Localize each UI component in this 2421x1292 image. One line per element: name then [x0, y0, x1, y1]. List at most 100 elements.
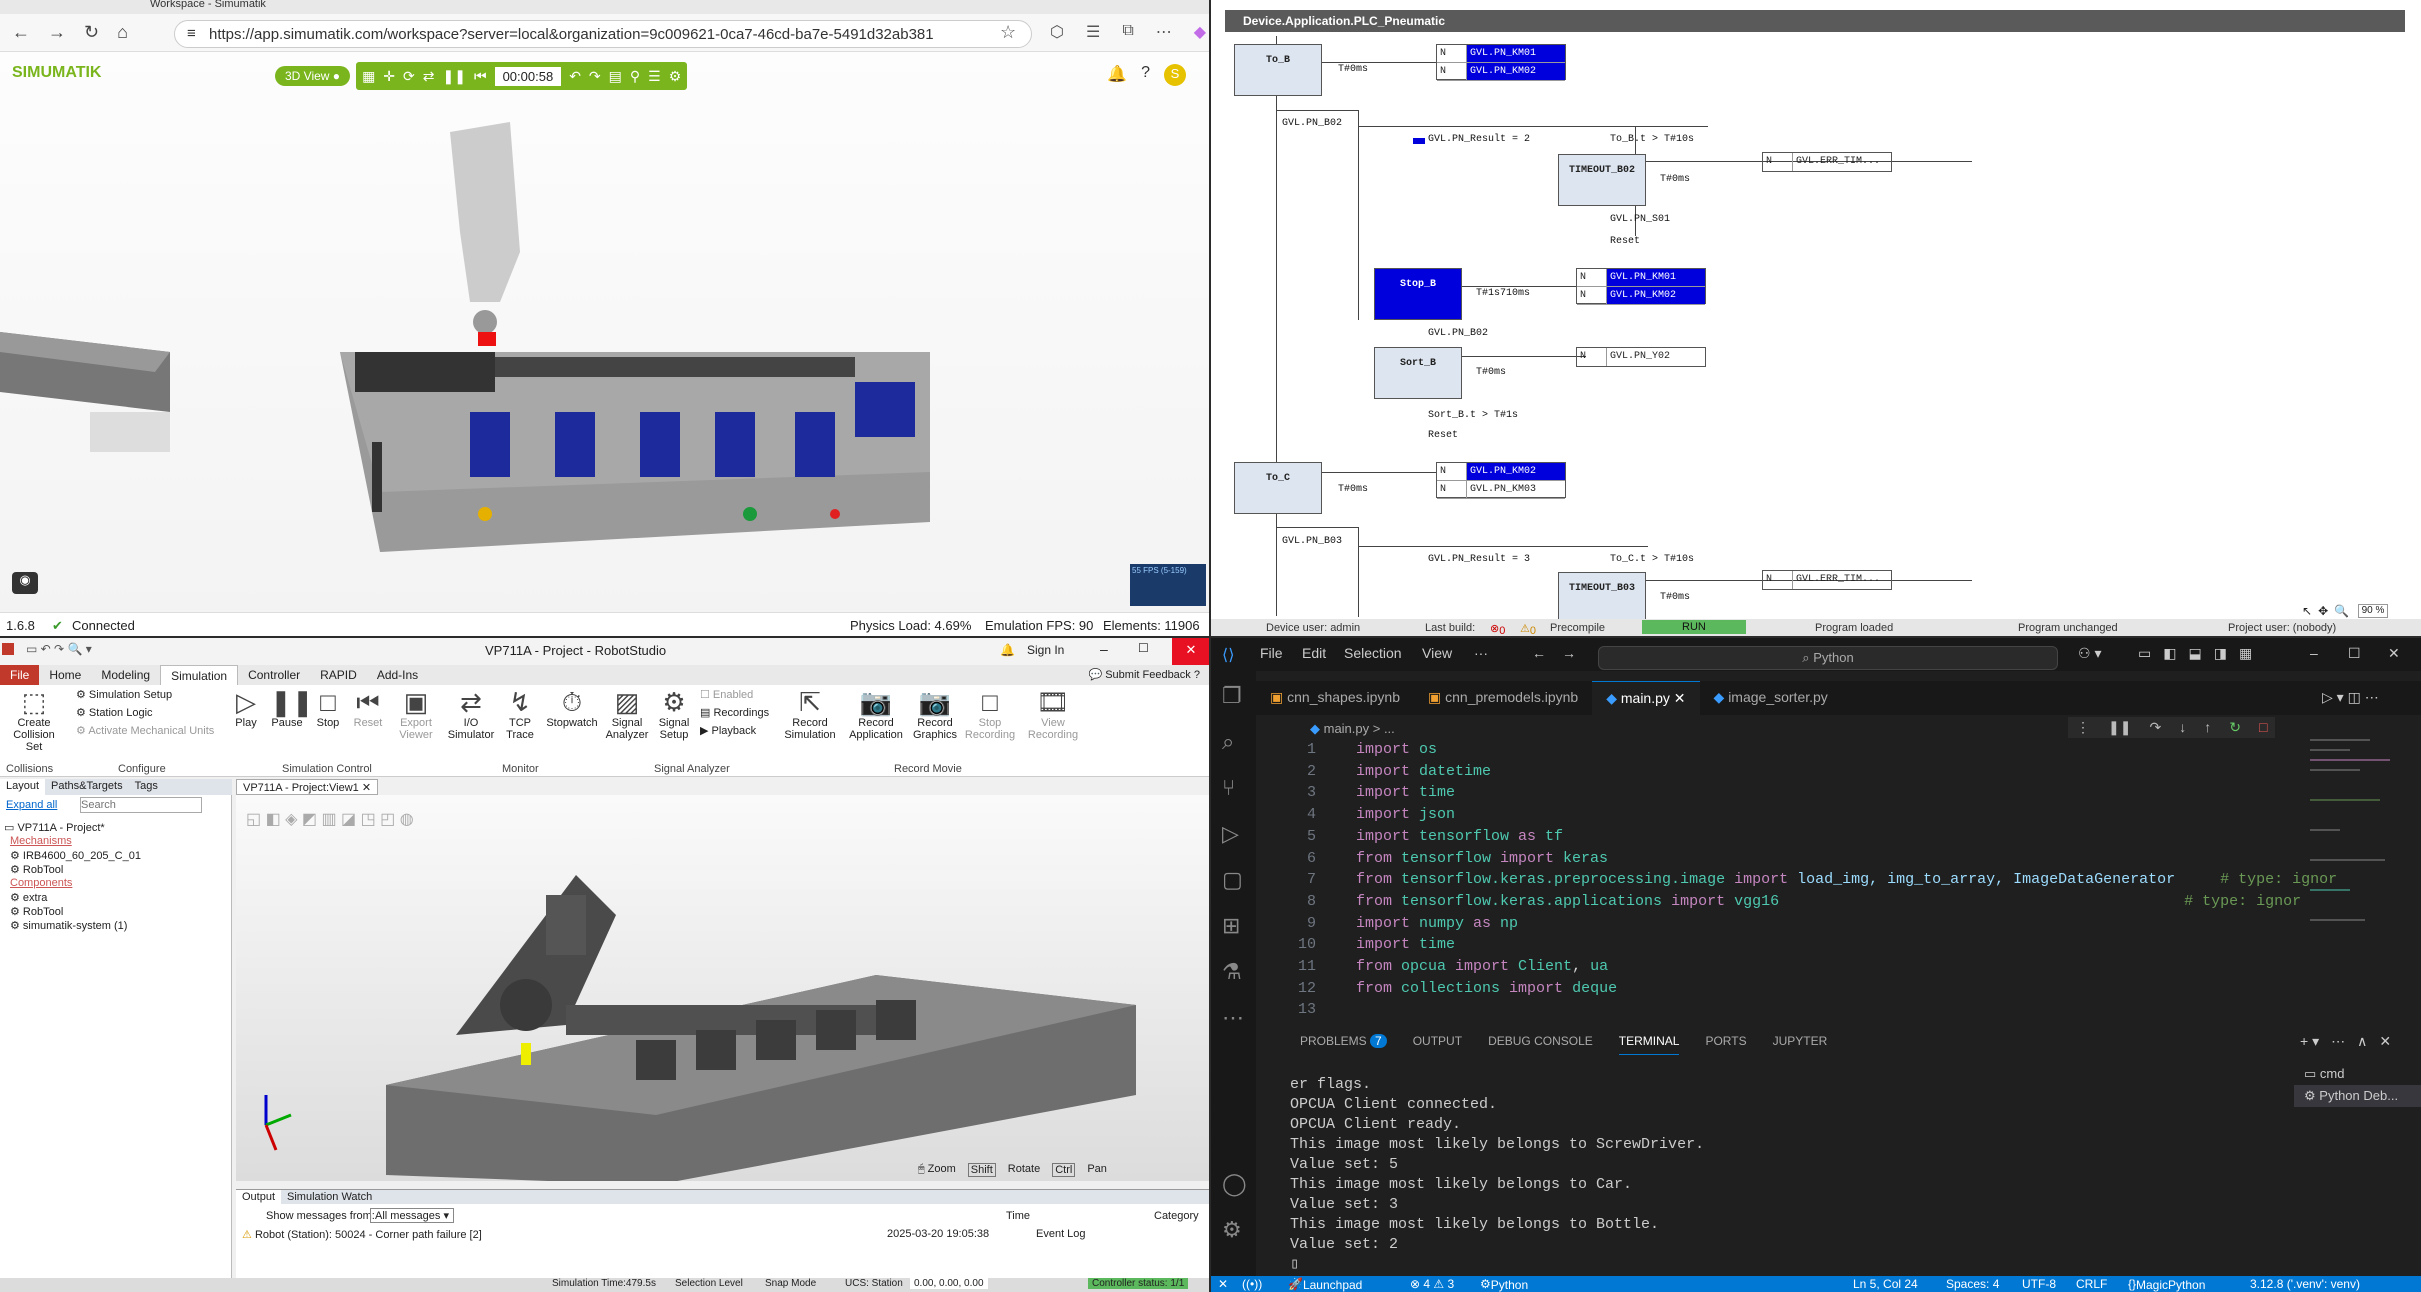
- action-block[interactable]: N GVL.PN_KM01 N GVL.PN_KM02: [1576, 268, 1706, 305]
- tab-cnn-shapes[interactable]: ▣ cnn_shapes.ipynb: [1256, 681, 1414, 715]
- signal-analyzer-button[interactable]: ▨ Signal Analyzer: [604, 687, 650, 741]
- stop-recording-button[interactable]: □ Stop Recording: [964, 687, 1016, 741]
- address-bar[interactable]: ≡ https://app.simumatik.com/workspace?ser…: [174, 20, 1032, 48]
- panel-more-icon[interactable]: ⋯: [2331, 1033, 2345, 1050]
- launchpad[interactable]: 🚀 Launchpad: [1288, 1277, 1362, 1292]
- tab-paths-targets[interactable]: Paths&Targets: [45, 779, 129, 795]
- line-ending[interactable]: CRLF: [2076, 1277, 2107, 1291]
- tree-simumatik-system[interactable]: ⚙ simumatik-system (1): [10, 919, 127, 932]
- browser-tab[interactable]: Workspace - Simumatik: [150, 0, 266, 10]
- panel-icon[interactable]: ⬓: [2188, 645, 2201, 662]
- nav-back-icon[interactable]: ←: [1532, 645, 1546, 661]
- menu-edit[interactable]: Edit: [1302, 645, 1326, 661]
- code-line[interactable]: 7 from tensorflow.keras.preprocessing.ima…: [1256, 869, 2356, 891]
- tab-image-sorter[interactable]: ◆ image_sorter.py: [1700, 681, 1842, 715]
- zoom-level[interactable]: 90 %: [2358, 604, 2388, 618]
- nav-forward-icon[interactable]: →: [1562, 645, 1576, 661]
- tab-problems[interactable]: PROBLEMS 7: [1300, 1029, 1387, 1055]
- tab-controller[interactable]: Controller: [238, 665, 310, 685]
- tab-terminal[interactable]: TERMINAL: [1618, 1029, 1680, 1055]
- station-logic-button[interactable]: ⚙ Station Logic: [76, 707, 153, 719]
- step-out-icon[interactable]: ↑: [2204, 719, 2211, 736]
- code-line[interactable]: 2 import datetime: [1256, 761, 2356, 783]
- customize-layout-icon[interactable]: ▦: [2239, 645, 2252, 662]
- run-debug-icon[interactable]: ▷: [1222, 821, 1239, 847]
- new-terminal-icon[interactable]: + ▾: [2300, 1033, 2319, 1050]
- search-icon[interactable]: ⌕: [1222, 729, 1234, 755]
- pointer-icon[interactable]: ↖: [2302, 604, 2312, 618]
- breadcrumb[interactable]: ◆ main.py > ...: [1310, 721, 1395, 737]
- step-stop-b-active[interactable]: Stop_B: [1374, 268, 1462, 320]
- tree-project[interactable]: ▭ VP711A - Project*: [4, 821, 105, 834]
- favorite-star-icon[interactable]: ☆: [1000, 22, 1016, 43]
- home-icon[interactable]: ⌂: [117, 22, 128, 43]
- account-icon[interactable]: ◯: [1222, 1171, 1247, 1197]
- close-icon[interactable]: ✕: [2388, 645, 2400, 662]
- code-line[interactable]: 13: [1256, 999, 2356, 1021]
- pan-icon[interactable]: ✥: [2318, 604, 2328, 618]
- play-button[interactable]: ▷ Play: [230, 687, 262, 729]
- io-simulator-button[interactable]: ⇄ I/O Simulator: [446, 687, 496, 741]
- encoding[interactable]: UTF-8: [2022, 1277, 2056, 1291]
- stopwatch-button[interactable]: ⏱ Stopwatch: [544, 687, 600, 729]
- stop-button[interactable]: □ Stop: [312, 687, 344, 729]
- problems-status[interactable]: ⊗ 4 ⚠ 3: [1410, 1277, 1454, 1291]
- code-line[interactable]: 4 import json: [1256, 804, 2356, 826]
- zoom-icon[interactable]: 🔍: [2334, 604, 2349, 618]
- menu-selection[interactable]: Selection: [1344, 645, 1402, 661]
- testing-icon[interactable]: ⚗: [1222, 959, 1242, 985]
- minimize-icon[interactable]: –: [2310, 645, 2318, 661]
- tab-simulation-watch[interactable]: Simulation Watch: [281, 1190, 378, 1204]
- run-file-icon[interactable]: ▷ ▾ ◫ ⋯: [2322, 689, 2379, 706]
- forward-icon[interactable]: →: [48, 22, 66, 43]
- tab-simulation[interactable]: Simulation: [160, 665, 239, 685]
- close-panel-icon[interactable]: ✕: [2379, 1033, 2391, 1050]
- reset-button[interactable]: ⏮ Reset: [352, 687, 384, 729]
- view-recording-button[interactable]: 🎞 View Recording: [1024, 687, 1082, 741]
- maximize-panel-icon[interactable]: ∧: [2357, 1033, 2367, 1050]
- action-block[interactable]: N GVL.PN_KM02 N GVL.PN_KM03: [1436, 462, 1566, 499]
- sign-in-link[interactable]: Sign In: [1027, 643, 1064, 657]
- tree-robtool[interactable]: ⚙ RobTool: [10, 863, 63, 876]
- minimap[interactable]: [2310, 739, 2400, 959]
- step-to-c[interactable]: To_C: [1234, 462, 1322, 514]
- step-into-icon[interactable]: ↓: [2179, 719, 2186, 736]
- rs-3d-viewport[interactable]: ◱ ◧ ◈ ◩ ▥ ◪ ◳ ◰ ◍ 🖱 Zoom Shift Rotate Ct…: [236, 795, 1210, 1181]
- tab-modeling[interactable]: Modeling: [91, 665, 160, 685]
- extensions-icon[interactable]: ⬡: [1050, 22, 1064, 42]
- copilot-icon[interactable]: ⚇ ▾: [2078, 645, 2101, 662]
- explorer-icon[interactable]: ❐: [1222, 683, 1242, 709]
- favorites-icon[interactable]: ☰: [1086, 22, 1100, 42]
- more-icon[interactable]: ⋯: [1156, 22, 1172, 42]
- debug-stop-icon[interactable]: □: [2259, 719, 2267, 736]
- record-application-button[interactable]: 📷 Record Application: [846, 687, 906, 741]
- playback-button[interactable]: ▶ Playback: [700, 725, 756, 737]
- tcp-trace-button[interactable]: ↯ TCP Trace: [500, 687, 540, 741]
- broadcast-icon[interactable]: ((•)): [1242, 1277, 1262, 1291]
- code-editor[interactable]: 1 import os 2 import datetime 3 import time 4 i…: [1256, 739, 2356, 1018]
- step-timeout-b02[interactable]: TIMEOUT_B02: [1558, 154, 1646, 206]
- more-icon[interactable]: ⋯: [1222, 1005, 1244, 1031]
- minimize-icon[interactable]: –: [1100, 641, 1108, 657]
- view-tab[interactable]: VP711A - Project:View1 ✕: [236, 779, 379, 795]
- tab-debug-console[interactable]: DEBUG CONSOLE: [1488, 1029, 1593, 1055]
- code-line[interactable]: 8 from tensorflow.keras.applications impo…: [1256, 891, 2356, 913]
- record-graphics-button[interactable]: 📷 Record Graphics: [910, 687, 960, 741]
- signal-setup-button[interactable]: ⚙ Signal Setup: [654, 687, 694, 741]
- enabled-checkbox[interactable]: ☐ Enabled: [700, 689, 753, 701]
- create-collision-set-button[interactable]: ⬚ Create Collision Set: [6, 687, 62, 753]
- copilot-icon[interactable]: ◆: [1194, 22, 1206, 42]
- sidebar-icon[interactable]: ◧: [2163, 645, 2176, 662]
- tree-robtool-2[interactable]: ⚙ RobTool: [10, 905, 63, 918]
- viewport-tools[interactable]: ◱ ◧ ◈ ◩ ▥ ◪ ◳ ◰ ◍: [246, 809, 414, 829]
- terminal-cmd[interactable]: ▭ cmd: [2294, 1063, 2421, 1085]
- maximize-icon[interactable]: ☐: [1138, 641, 1149, 655]
- output-row[interactable]: ⚠ Robot (Station): 50024 - Corner path f…: [242, 1228, 1202, 1241]
- remote-icon[interactable]: ✕: [1218, 1277, 1228, 1291]
- code-line[interactable]: 10 import time: [1256, 934, 2356, 956]
- tab-rapid[interactable]: RAPID: [310, 665, 367, 685]
- action-block[interactable]: N GVL.ERR_TIM...: [1762, 570, 1892, 590]
- terminal-output[interactable]: er flags. OPCUA Client connected. OPCUA …: [1290, 1075, 2290, 1275]
- manage-gear-icon[interactable]: ⚙: [1222, 1217, 1242, 1243]
- snap-mode[interactable]: Snap Mode: [765, 1278, 816, 1289]
